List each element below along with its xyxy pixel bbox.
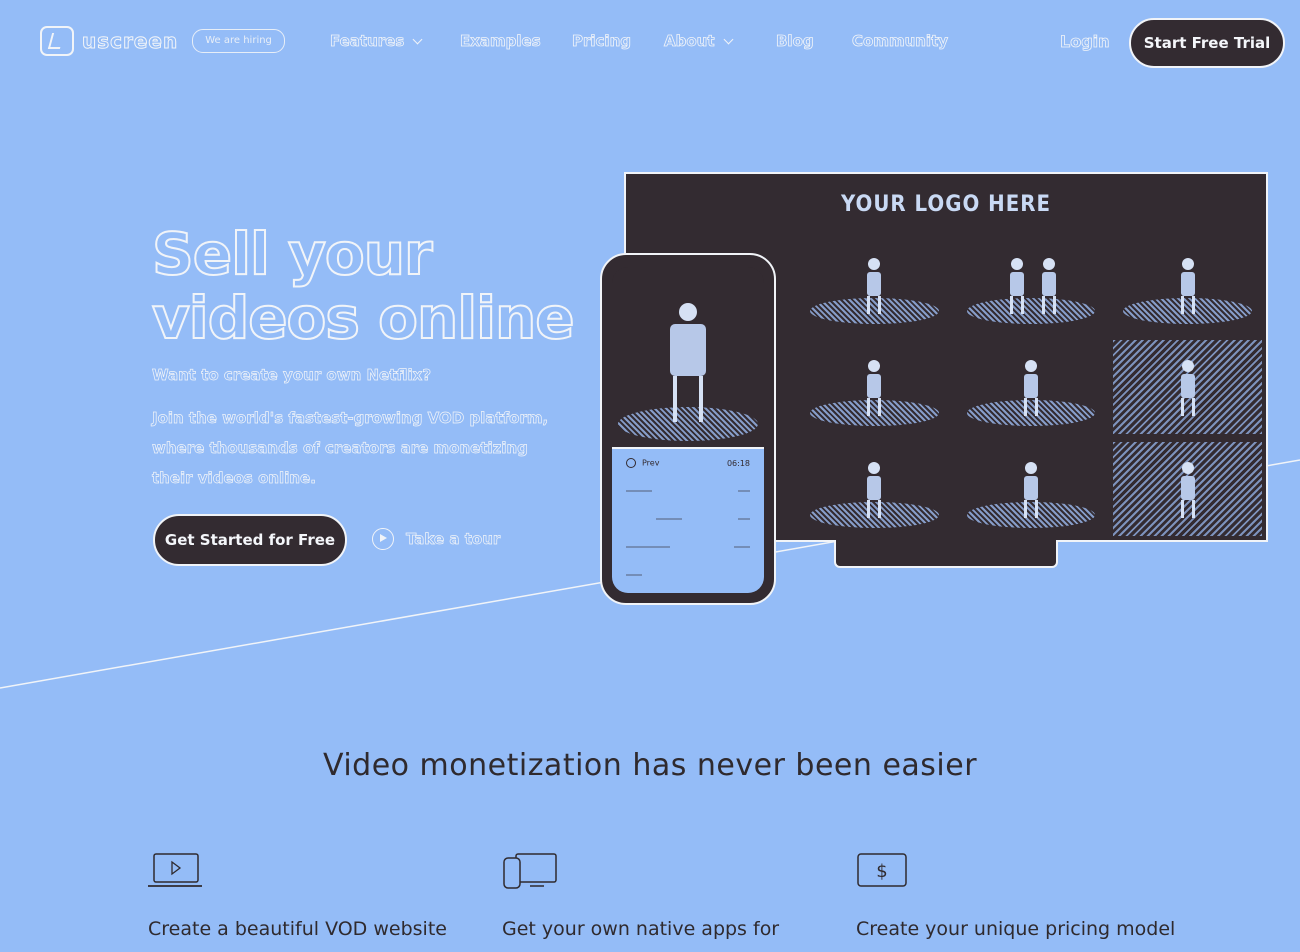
list-item [612,533,764,561]
nav-blog-label: Blog [776,32,814,51]
hero-title-line1: Sell your [151,220,434,288]
nav-community-label: Community [852,32,949,51]
video-thumbnail [957,442,1106,536]
nav-examples[interactable]: Examples [460,30,541,52]
play-icon [372,528,394,550]
video-thumbnail [800,238,949,332]
list-item [612,505,764,533]
get-started-button[interactable]: Get Started for Free [153,514,347,566]
list-item: Prev 06:18 [612,449,764,477]
brand-logo[interactable]: uscreen We are hiring [40,26,285,56]
phone-video [612,267,764,443]
nav-community[interactable]: Community [852,30,949,52]
dollar-screen-icon: $ [857,853,907,887]
nav-blog[interactable]: Blog [776,30,814,52]
list-item [612,477,764,505]
feature-title: Create a beautiful VOD website [148,918,447,940]
video-thumbnail [800,340,949,434]
list-item [612,561,764,589]
hiring-badge[interactable]: We are hiring [192,29,285,53]
phone-screen: Prev 06:18 [612,267,764,593]
video-thumbnail [1113,340,1262,434]
video-thumbnail [957,340,1106,434]
phone-mockup: Prev 06:18 [600,253,776,605]
video-thumbnail [1113,442,1262,536]
nav-examples-label: Examples [460,32,541,51]
login-link[interactable]: Login [1060,32,1110,52]
hero-subtitle: Want to create your own Netflix? [152,366,432,385]
take-tour-label: Take a tour [406,530,501,549]
hero-title: Sell your videos online [151,220,576,352]
phone-time: 06:18 [726,458,750,468]
tv-logo-text: YOUR LOGO HERE [840,192,1052,217]
nav-features[interactable]: Features [330,30,423,52]
tv-stand [834,540,1058,568]
video-thumbnail [800,442,949,536]
feature-title: Create your unique pricing model [856,918,1176,940]
devices-icon [503,853,557,889]
svg-text:$: $ [876,861,887,882]
take-tour-link[interactable]: Take a tour [372,528,501,550]
hero-body: Join the world's fastest-growing VOD pla… [152,409,549,488]
video-grid [800,238,1262,536]
uscreen-logo-icon [40,26,74,56]
nav-features-label: Features [330,32,405,51]
hero-title-line2: videos online [151,284,576,352]
nav-about[interactable]: About [664,30,733,52]
brand-name: uscreen [81,29,179,54]
nav-pricing-label: Pricing [572,32,632,51]
feature-title: Get your own native apps for [502,918,780,940]
section-title: Video monetization has never been easier [322,748,978,783]
phone-playlist: Prev 06:18 [612,447,764,593]
video-thumbnail [957,238,1106,332]
laptop-play-icon [148,853,202,887]
chevron-down-icon [723,34,733,44]
record-icon [626,458,636,468]
chevron-down-icon [412,34,423,44]
video-thumbnail [1113,238,1262,332]
start-free-trial-button[interactable]: Start Free Trial [1129,18,1285,68]
nav-about-label: About [664,32,715,51]
nav-pricing[interactable]: Pricing [572,30,632,52]
phone-label: Prev [642,458,660,468]
